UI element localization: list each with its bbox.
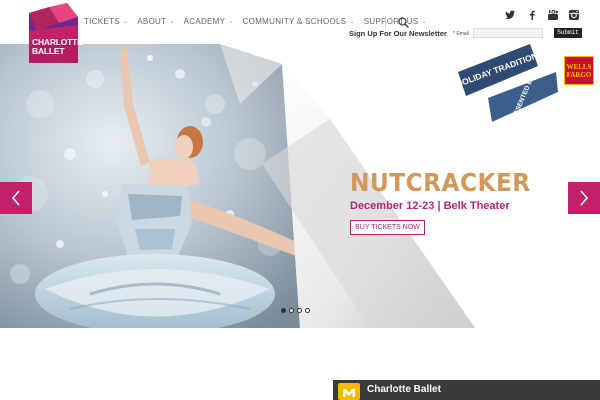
m-logo-icon (343, 389, 355, 397)
twitter-icon[interactable] (504, 9, 516, 21)
slide-dot-4[interactable] (305, 308, 310, 313)
nav-item-tickets[interactable]: TICKETS ⌄ (84, 17, 128, 26)
buy-tickets-button[interactable]: BUY TICKETS NOW (350, 220, 425, 235)
chevron-down-icon: ⌄ (349, 19, 355, 25)
newsletter-label: Sign Up For Our Newsletter (349, 29, 447, 38)
nav-item-about[interactable]: ABOUT ⌄ (137, 17, 174, 26)
nav-item-community-schools[interactable]: COMMUNITY & SCHOOLS ⌄ (243, 17, 355, 26)
social-widget-header[interactable]: Charlotte Ballet (333, 380, 600, 400)
holiday-tradition-badge: A HOLIDAY TRADITION PRESENTED BY (458, 44, 558, 124)
slide-indicators (281, 308, 310, 313)
search-icon[interactable] (398, 17, 409, 28)
email-field[interactable] (473, 28, 543, 38)
nav-divider (385, 16, 386, 28)
slide-dot-2[interactable] (289, 308, 294, 313)
chevron-down-icon: ⌄ (421, 19, 427, 25)
slide-dot-1[interactable] (281, 308, 286, 313)
chevron-down-icon: ⌄ (169, 19, 175, 25)
hero-slider: A HOLIDAY TRADITION PRESENTED BY WELLS F… (0, 44, 600, 328)
submit-button[interactable]: Submit (554, 28, 582, 38)
email-label: * Email (453, 31, 469, 37)
nav-item-label: ACADEMY (183, 17, 226, 26)
charlotte-ballet-logo[interactable]: CHARLOTTE BALLET (29, 3, 83, 63)
nav-item-academy[interactable]: ACADEMY ⌄ (184, 17, 234, 26)
nav-item-label: TICKETS (84, 17, 120, 26)
next-slide-button[interactable] (568, 182, 600, 214)
wells-fargo-logo[interactable]: WELLS FARGO (564, 56, 594, 85)
nav-item-label: ABOUT (137, 17, 167, 26)
widget-logo (338, 383, 360, 400)
youtube-icon[interactable] (547, 9, 559, 21)
facebook-icon[interactable] (526, 9, 538, 21)
chevron-right-icon (580, 190, 589, 206)
show-title: NUTCRACKER (350, 168, 531, 197)
show-dates: December 12-23 | Belk Theater (350, 200, 510, 212)
slide-dot-3[interactable] (297, 308, 302, 313)
chevron-down-icon: ⌄ (228, 19, 234, 25)
logo-text: CHARLOTTE BALLET (32, 37, 83, 56)
instagram-icon[interactable] (568, 9, 580, 21)
nav-item-support-us[interactable]: SUPPORT US ⌄ (364, 17, 427, 26)
nav-item-label: COMMUNITY & SCHOOLS (242, 17, 347, 26)
nav-item-label: SUPPORT US (363, 17, 419, 26)
prev-slide-button[interactable] (0, 182, 32, 214)
widget-title: Charlotte Ballet (367, 384, 441, 395)
site-header: CHARLOTTE BALLET TICKETS ⌄ ABOUT ⌄ ACADEMY… (0, 0, 600, 63)
chevron-down-icon: ⌄ (122, 19, 129, 25)
chevron-left-icon (11, 190, 20, 206)
main-nav: TICKETS ⌄ ABOUT ⌄ ACADEMY ⌄ COMMUNITY & SCH… (84, 17, 436, 26)
